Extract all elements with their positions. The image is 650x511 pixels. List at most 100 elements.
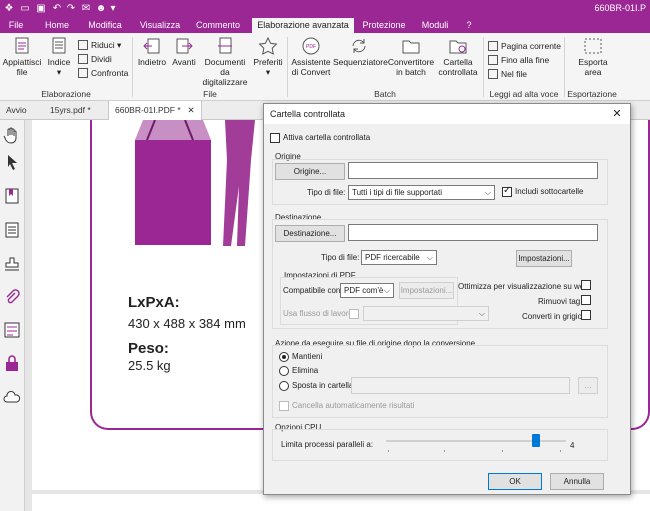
sposta-browse-button[interactable]: ... <box>578 377 598 394</box>
tab-help[interactable]: ? <box>462 18 476 33</box>
includi-label: Includi sottocartelle <box>515 187 584 196</box>
slider-tick <box>502 450 503 452</box>
confronta-button[interactable]: Confronta <box>78 67 128 79</box>
sequenziatore-button[interactable]: Sequenziatore <box>333 37 388 67</box>
tab-commento[interactable]: Commento <box>192 18 244 33</box>
origine-path-input[interactable] <box>348 162 598 179</box>
nel-file-button[interactable]: Nel file <box>488 68 527 80</box>
customize-qa-icon[interactable]: ▾ <box>107 2 119 15</box>
tab-15yrs[interactable]: 15yrs.pdf * <box>44 101 97 120</box>
cartella-label: Cartella controllata <box>438 57 478 77</box>
destinazione-tipo-label: Tipo di file: <box>321 253 360 262</box>
indice-button[interactable]: Indice ▾ <box>44 37 74 77</box>
dividi-button[interactable]: Dividi <box>78 53 112 65</box>
attiva-checkbox[interactable] <box>270 133 280 143</box>
elimina-radio[interactable] <box>279 366 289 376</box>
tab-moduli[interactable]: Moduli <box>416 18 454 33</box>
riduci-button[interactable]: Riduci ▾ <box>78 39 121 51</box>
avanti-label: Avanti <box>172 57 196 67</box>
pdf-impostazioni-button[interactable]: Impostazioni... <box>399 282 454 299</box>
flusso-checkbox[interactable] <box>349 309 359 319</box>
documenti-button[interactable]: Documenti da digitalizzare <box>199 37 251 87</box>
mail-icon[interactable]: ✉ <box>80 2 92 15</box>
arrow-right-icon <box>176 38 193 54</box>
user-icon[interactable]: ☻ <box>95 2 107 15</box>
fino-alla-fine-button[interactable]: Fino alla fine <box>488 54 549 66</box>
stamp-icon[interactable] <box>3 255 21 273</box>
rimuovi-checkbox[interactable] <box>581 295 591 305</box>
tab-file[interactable]: File <box>4 18 28 33</box>
tab-visualizza[interactable]: Visualizza <box>136 18 184 33</box>
origine-button[interactable]: Origine... <box>275 163 345 180</box>
open-folder-icon[interactable]: ▭ <box>19 2 31 15</box>
ottimizza-checkbox[interactable] <box>581 280 591 290</box>
origine-tipo-select[interactable]: Tutti i tipi di file supportati ⌵ <box>348 185 495 200</box>
sposta-path-input[interactable] <box>351 377 570 394</box>
mantieni-radio[interactable] <box>279 352 289 362</box>
cancella-checkbox[interactable] <box>279 401 289 411</box>
indice-label: Indice <box>47 57 71 67</box>
preferiti-button[interactable]: Preferiti ▾ <box>252 37 284 77</box>
annulla-button[interactable]: Annulla <box>550 473 604 490</box>
tab-elaborazione-avanzata[interactable]: Elaborazione avanzata <box>252 18 354 33</box>
undo-icon[interactable]: ↶ <box>51 2 63 15</box>
includi-checkbox[interactable] <box>502 185 512 197</box>
tab-home[interactable]: Home <box>40 18 74 33</box>
tab-modifica[interactable]: Modifica <box>82 18 128 33</box>
left-toolbar <box>0 120 25 511</box>
bookmark-icon[interactable] <box>3 187 21 205</box>
group-label-elaborazione: Elaborazione <box>41 89 91 99</box>
select-tool-icon[interactable] <box>3 153 21 171</box>
cartella-controllata-button[interactable]: Cartella controllata <box>436 37 480 77</box>
index-icon <box>52 37 66 54</box>
group-label-esportazione: Esportazione <box>567 89 617 99</box>
chevron-down-icon: ▾ <box>56 67 62 77</box>
converti-checkbox[interactable] <box>581 310 591 320</box>
slider-thumb[interactable] <box>532 434 540 447</box>
esporta-area-button[interactable]: Esporta area <box>572 37 614 77</box>
tab-avvio[interactable]: Avvio <box>0 101 33 120</box>
lock-icon[interactable] <box>3 354 21 372</box>
hand-tool-icon[interactable] <box>3 126 21 144</box>
form-fields-icon[interactable] <box>3 321 21 339</box>
close-tab-icon[interactable]: ✕ <box>188 101 195 120</box>
convertitore-button[interactable]: Convertitore in batch <box>386 37 436 77</box>
destinazione-impostazioni-button[interactable]: Impostazioni... <box>516 250 572 267</box>
attachment-icon[interactable] <box>3 288 21 306</box>
tab-protezione[interactable]: Protezione <box>358 18 410 33</box>
pages-icon[interactable] <box>3 221 21 239</box>
appiattisci-button[interactable]: Appiattisci file <box>2 37 42 77</box>
tab-660br[interactable]: 660BR-01I.PDF * ✕ <box>108 101 202 120</box>
menu-bar: File Home Modifica Visualizza Commento E… <box>0 18 650 33</box>
flusso-label: Usa flusso di lavoro <box>283 309 353 318</box>
cpu-slider[interactable] <box>386 434 566 454</box>
cloud-icon[interactable] <box>3 388 21 406</box>
assistente-button[interactable]: PDF Assistente di Convert <box>289 37 333 77</box>
save-icon[interactable]: ▣ <box>35 2 47 15</box>
pagina-corrente-button[interactable]: Pagina corrente <box>488 40 561 52</box>
close-icon[interactable]: ✕ <box>610 107 624 121</box>
chevron-down-icon: ⌵ <box>426 253 433 262</box>
flusso-select[interactable]: ⌵ <box>363 306 489 321</box>
cancella-label: Cancella automaticamente risultati <box>292 401 415 410</box>
appiattisci-label: Appiattisci file <box>2 57 42 77</box>
title-bar: ❖ ▭ ▣ ↶ ↷ ✉ ☻ ▾ 660BR-01I.P <box>0 0 650 18</box>
ok-button[interactable]: OK <box>488 473 542 490</box>
convertitore-label: Convertitore in batch <box>387 57 435 77</box>
flatten-file-icon <box>15 37 29 54</box>
svg-text:PDF: PDF <box>306 44 316 50</box>
destinazione-tipo-select[interactable]: PDF ricercabile ⌵ <box>361 250 437 265</box>
sequencer-icon <box>352 39 366 53</box>
destinazione-path-input[interactable] <box>348 224 598 241</box>
indietro-button[interactable]: Indietro <box>136 37 168 67</box>
group-separator <box>483 37 484 97</box>
riduci-label: Riduci <box>91 40 115 50</box>
origine-tipo-label: Tipo di file: <box>307 188 346 197</box>
redo-icon[interactable]: ↷ <box>65 2 77 15</box>
avanti-button[interactable]: Avanti <box>169 37 199 67</box>
compat-select[interactable]: PDF com'è ⌵ <box>340 283 394 298</box>
peso-label: Peso: <box>128 340 169 357</box>
destinazione-button[interactable]: Destinazione... <box>275 225 345 242</box>
chevron-down-icon: ⌵ <box>484 188 491 197</box>
sposta-radio[interactable] <box>279 381 289 391</box>
